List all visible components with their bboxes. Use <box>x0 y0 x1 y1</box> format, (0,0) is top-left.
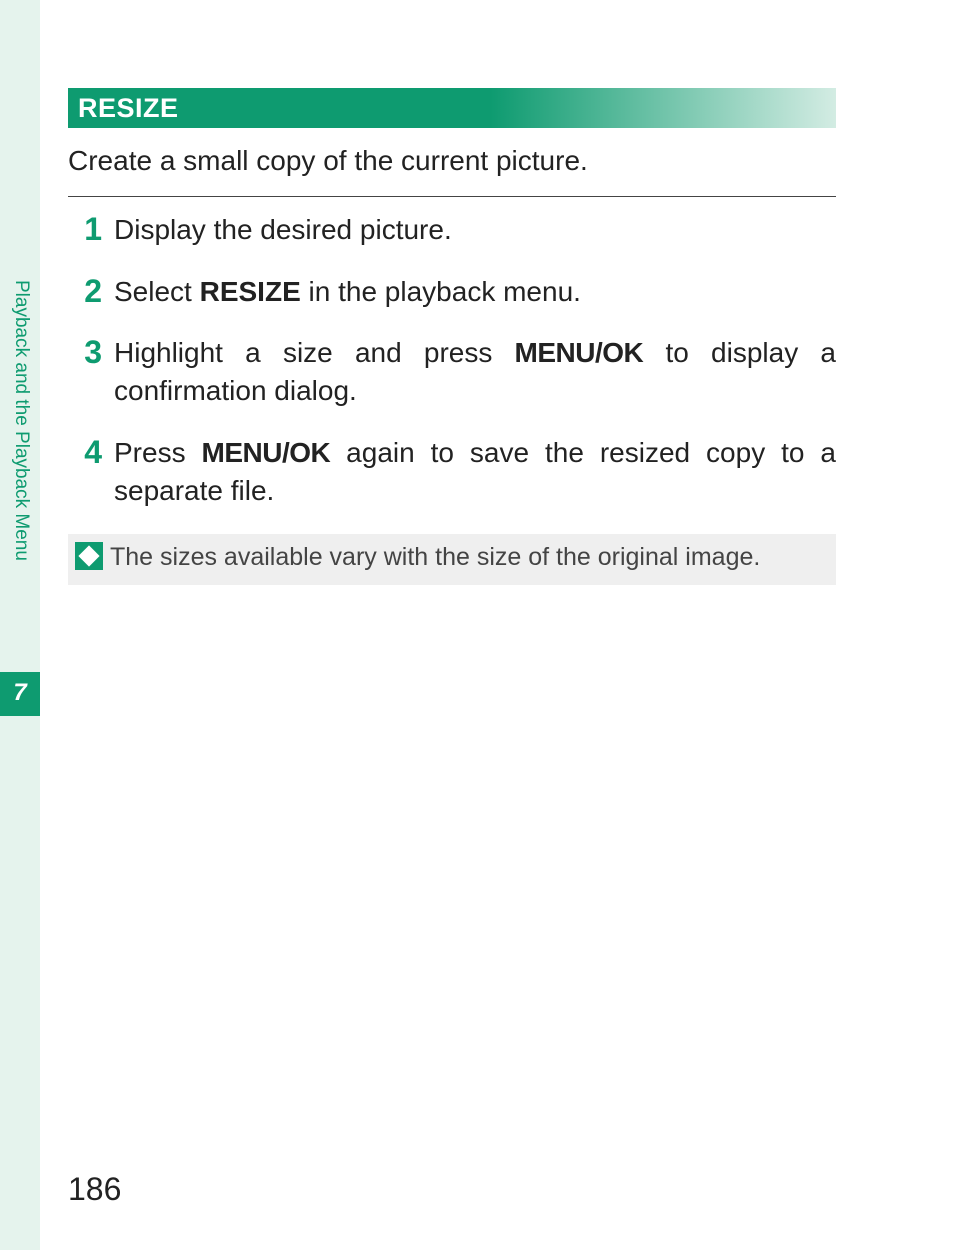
step-number: 3 <box>68 334 114 410</box>
chapter-number-tab: 7 <box>0 672 40 716</box>
page-content: RESIZE Create a small copy of the curren… <box>68 88 836 585</box>
step-text: Select RESIZE in the playback menu. <box>114 273 836 311</box>
note-icon-wrap <box>68 540 110 575</box>
intro-text: Create a small copy of the current pictu… <box>68 142 836 180</box>
step-number: 4 <box>68 434 114 510</box>
step-text: Display the desired picture. <box>114 211 836 249</box>
step-item: 1Display the desired picture. <box>68 211 836 249</box>
step-text: Press MENU/OK again to save the resized … <box>114 434 836 510</box>
note-box: The sizes available vary with the size o… <box>68 534 836 585</box>
section-heading: RESIZE <box>68 88 836 128</box>
steps-list: 1Display the desired picture.2Select RES… <box>68 211 836 510</box>
step-text: Highlight a size and press MENU/OK to di… <box>114 334 836 410</box>
sidebar-section-title: Playback and the Playback Menu <box>8 280 32 660</box>
divider <box>68 196 836 197</box>
step-number: 2 <box>68 273 114 311</box>
note-text: The sizes available vary with the size o… <box>110 540 826 575</box>
step-item: 3Highlight a size and press MENU/OK to d… <box>68 334 836 410</box>
left-sidebar: Playback and the Playback Menu 7 <box>0 0 40 1250</box>
step-number: 1 <box>68 211 114 249</box>
step-item: 2Select RESIZE in the playback menu. <box>68 273 836 311</box>
note-icon <box>75 542 103 570</box>
page-number: 186 <box>68 1171 121 1208</box>
step-item: 4Press MENU/OK again to save the resized… <box>68 434 836 510</box>
